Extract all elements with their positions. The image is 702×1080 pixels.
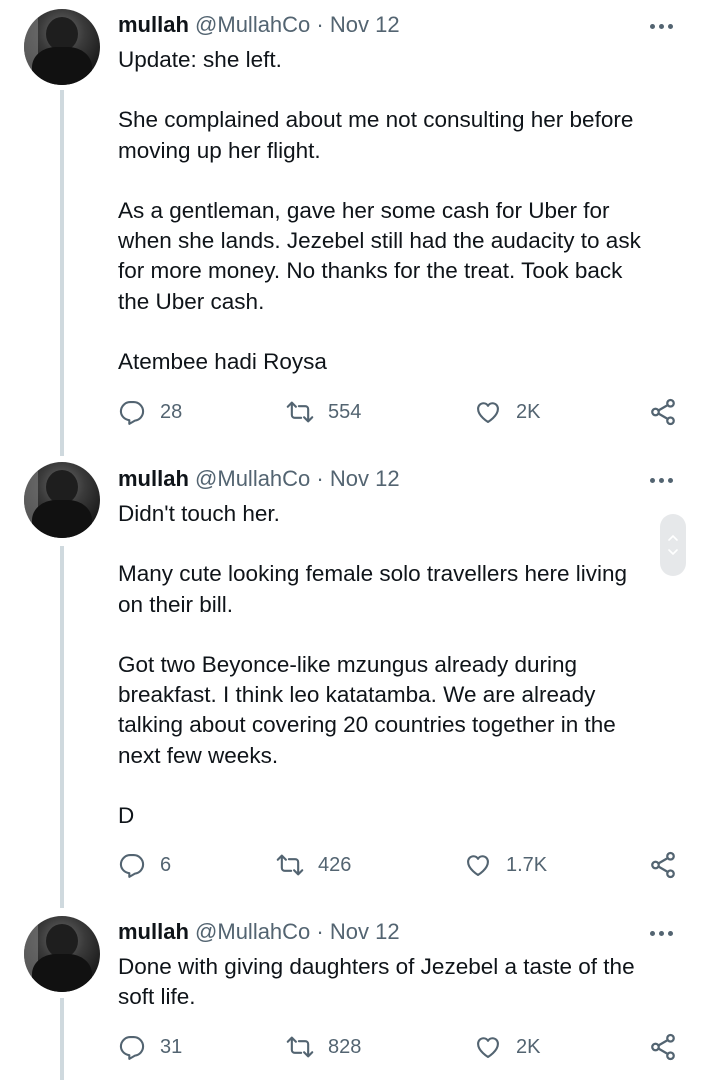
like-count: 2K	[516, 1035, 541, 1058]
tweet-paragraph: Update: she left.	[118, 47, 282, 72]
more-icon[interactable]	[650, 928, 676, 938]
tweet-paragraph: Atembee hadi Roysa	[118, 348, 327, 374]
reply-icon	[119, 1036, 145, 1060]
tweet[interactable]: mullah @MullahCo · Nov 12 Update: she le…	[0, 0, 702, 452]
like-button[interactable]: 2K	[474, 397, 540, 427]
more-icon[interactable]	[650, 21, 676, 31]
reply-count: 31	[160, 1035, 183, 1058]
like-button[interactable]: 2K	[474, 1032, 540, 1062]
tweet-text: Done with giving daughters of Jezebel a …	[118, 952, 678, 1012]
tweet-header: mullah @MullahCo · Nov 12	[118, 917, 400, 947]
share-icon[interactable]	[648, 850, 678, 880]
reply-count: 28	[160, 400, 183, 423]
tweet-paragraph: D	[118, 802, 135, 828]
tweet[interactable]: mullah @MullahCo · Nov 12 Done with givi…	[0, 908, 702, 1080]
heart-icon	[477, 402, 499, 423]
reply-count: 6	[160, 853, 172, 876]
like-button[interactable]: 1.7K	[464, 850, 547, 880]
tweet-actions: 28 554 2K	[118, 397, 680, 427]
display-name[interactable]: mullah	[118, 919, 189, 944]
avatar[interactable]	[24, 462, 100, 538]
tweet-paragraph: Didn't touch her.	[118, 501, 280, 526]
tweet-actions: 31 828 2K	[118, 1032, 680, 1062]
share-icon[interactable]	[648, 1032, 678, 1062]
retweet-button[interactable]: 554	[286, 397, 361, 427]
reply-button[interactable]: 6	[118, 850, 171, 880]
tweet-header: mullah @MullahCo · Nov 12	[118, 10, 400, 40]
display-name[interactable]: mullah	[118, 12, 189, 37]
chevron-down-icon[interactable]	[667, 547, 679, 557]
avatar[interactable]	[24, 9, 100, 85]
reply-button[interactable]: 31	[118, 1032, 182, 1062]
tweet-paragraph: She complained about me not consulting h…	[118, 107, 634, 163]
tweet-header: mullah @MullahCo · Nov 12	[118, 464, 400, 494]
retweet-button[interactable]: 828	[286, 1032, 361, 1062]
retweet-count: 828	[328, 1035, 362, 1058]
retweet-count: 554	[328, 400, 362, 423]
tweet-text: Didn't touch her. Many cute looking fema…	[118, 499, 678, 831]
tweet-paragraph: Got two Beyonce-like mzungus already dur…	[118, 651, 616, 768]
like-count: 2K	[516, 400, 541, 423]
scroll-control[interactable]	[660, 514, 686, 576]
reply-icon	[119, 401, 145, 425]
like-count: 1.7K	[506, 853, 548, 876]
more-icon[interactable]	[650, 475, 676, 485]
tweet-paragraph: Many cute looking female solo travellers…	[118, 561, 627, 617]
tweet-paragraph: Done with giving daughters of Jezebel a …	[118, 954, 635, 1010]
tweet-actions: 6 426 1.7K	[118, 850, 680, 880]
heart-icon	[477, 1037, 499, 1058]
display-name[interactable]: mullah	[118, 466, 189, 491]
avatar[interactable]	[24, 916, 100, 992]
tweet-paragraph: As a gentleman, gave her some cash for U…	[118, 197, 641, 314]
reply-button[interactable]: 28	[118, 397, 182, 427]
heart-icon	[467, 855, 489, 876]
share-icon[interactable]	[648, 397, 678, 427]
chevron-up-icon[interactable]	[667, 533, 679, 543]
tweet[interactable]: mullah @MullahCo · Nov 12 Didn't touch h…	[0, 454, 702, 906]
retweet-count: 426	[318, 853, 352, 876]
retweet-button[interactable]: 426	[276, 850, 351, 880]
handle-date[interactable]: @MullahCo · Nov 12	[195, 466, 400, 491]
retweet-icon	[286, 401, 314, 423]
retweet-icon	[276, 854, 304, 876]
reply-icon	[119, 854, 145, 878]
handle-date[interactable]: @MullahCo · Nov 12	[195, 12, 400, 37]
tweet-text: Update: she left. She complained about m…	[118, 45, 678, 377]
handle-date[interactable]: @MullahCo · Nov 12	[195, 919, 400, 944]
retweet-icon	[286, 1036, 314, 1058]
